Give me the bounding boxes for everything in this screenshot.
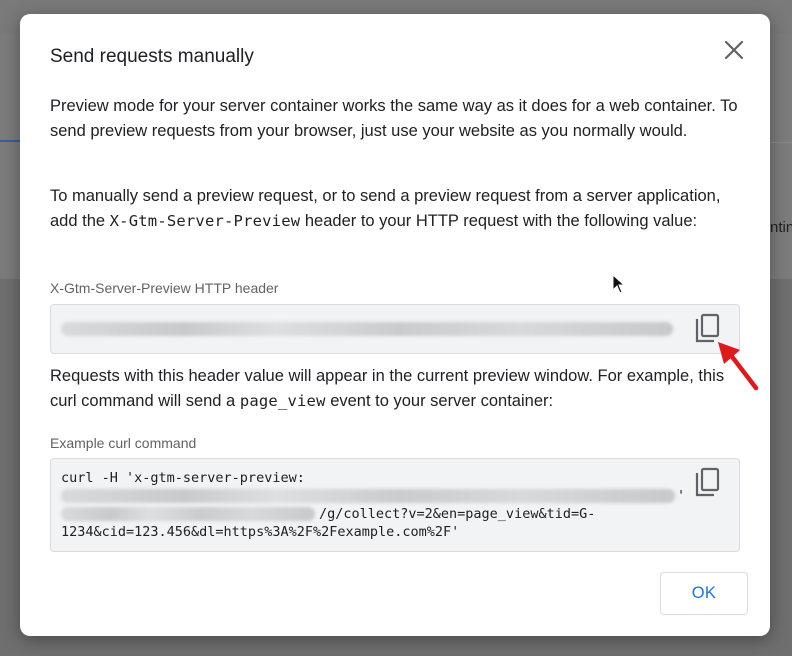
- curl-line-3: /g/collect?v=2&en=page_view&tid=G-: [319, 506, 596, 522]
- header-value-field[interactable]: [50, 304, 740, 354]
- curl-command-field[interactable]: curl -H 'x-gtm-server-preview: ' /g/coll…: [50, 458, 740, 552]
- curl-field-label: Example curl command: [50, 435, 197, 451]
- mouse-pointer-icon: [612, 274, 626, 294]
- curl-intro-text-end: event to your server container:: [325, 392, 554, 410]
- instructions-text-end: header to your HTTP request with the fol…: [300, 212, 698, 230]
- curl-line-4: 1234&cid=123.456&dl=https%3A%2F%2Fexampl…: [61, 524, 460, 540]
- curl-intro-paragraph: Requests with this header value will app…: [50, 364, 750, 414]
- copy-icon: [695, 467, 720, 497]
- header-value-redacted: [61, 322, 673, 336]
- curl-line-2-end: ': [677, 488, 686, 504]
- background-partial-text: ntin: [770, 219, 792, 236]
- close-button[interactable]: [720, 36, 748, 64]
- header-field-label: X-Gtm-Server-Preview HTTP header: [50, 280, 279, 296]
- instructions-paragraph: To manually send a preview request, or t…: [50, 184, 750, 234]
- dialog-title: Send requests manually: [50, 46, 254, 67]
- ok-button[interactable]: OK: [660, 572, 748, 615]
- header-name-code: X-Gtm-Server-Preview: [109, 212, 301, 230]
- curl-url-redacted: [61, 507, 315, 521]
- curl-line-1: curl -H 'x-gtm-server-preview:: [61, 470, 305, 486]
- curl-header-value-redacted: [61, 489, 675, 503]
- close-icon: [724, 40, 744, 60]
- send-requests-dialog: Send requests manually Preview mode for …: [20, 14, 770, 636]
- copy-curl-button[interactable]: [693, 467, 723, 499]
- event-name-code: page_view: [239, 392, 326, 410]
- intro-paragraph: Preview mode for your server container w…: [50, 97, 738, 140]
